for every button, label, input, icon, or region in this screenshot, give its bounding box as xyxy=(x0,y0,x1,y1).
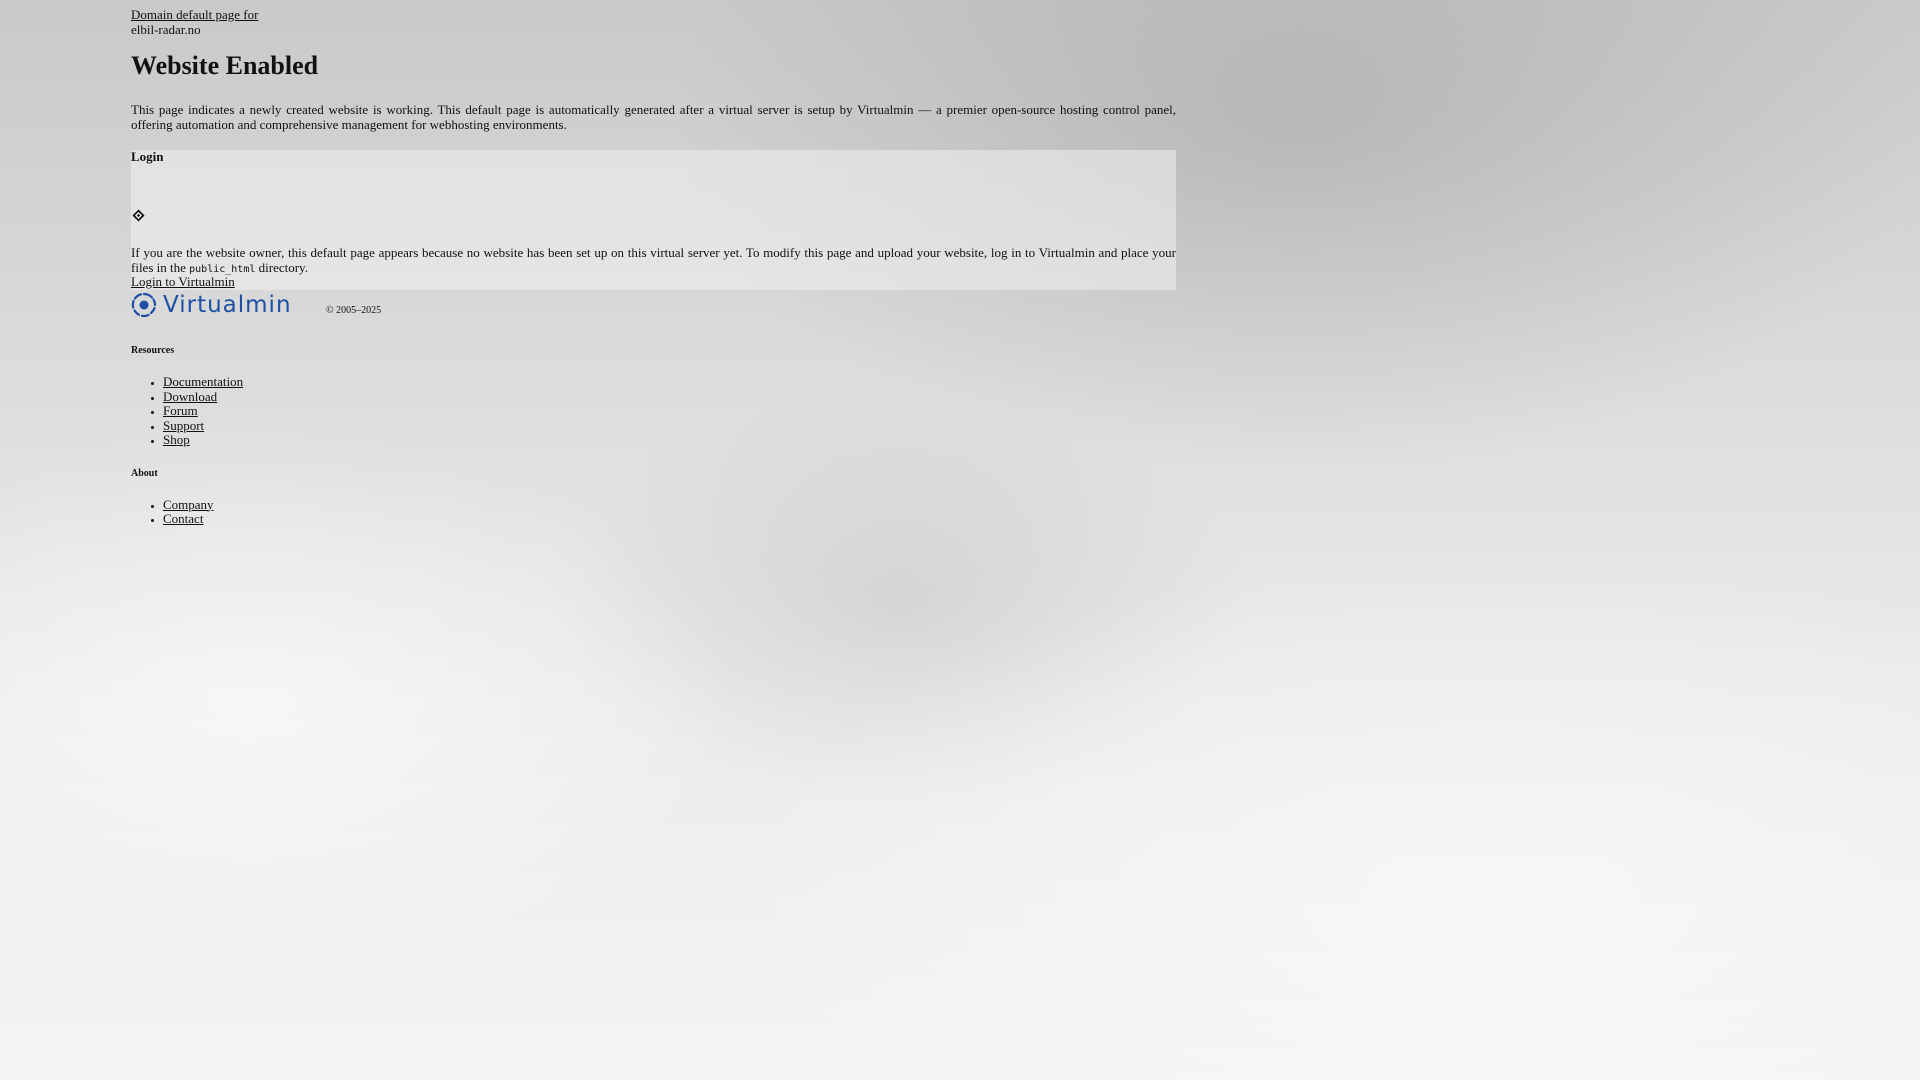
forum-link[interactable]: Forum xyxy=(163,403,198,418)
domain-default-link[interactable]: Domain default page for xyxy=(131,8,1176,22)
intro-paragraph: This page indicates a newly created webs… xyxy=(131,102,1176,132)
download-link[interactable]: Download xyxy=(163,389,217,404)
contact-link[interactable]: Contact xyxy=(163,511,203,526)
documentation-link[interactable]: Documentation xyxy=(163,374,243,389)
resources-heading: Resources xyxy=(131,345,175,356)
diamond-icon xyxy=(132,209,145,222)
login-to-virtualmin-link[interactable]: Login to Virtualmin xyxy=(131,275,235,289)
page-content: Domain default page for elbil-radar.no W… xyxy=(131,0,1176,527)
resources-list: Documentation Download Forum Support Sho… xyxy=(131,374,1176,448)
virtualmin-wordmark: Virtualmin xyxy=(163,292,292,318)
brand-row: Virtualmin © 2005–2025 xyxy=(131,290,1176,320)
login-panel: Login If you are the website owner, this… xyxy=(131,150,1176,290)
list-item: Forum xyxy=(163,403,1176,419)
owner-text-after: directory. xyxy=(255,260,308,275)
list-item: Shop xyxy=(163,432,1176,448)
about-heading: About xyxy=(131,467,158,479)
copyright-text: © 2005–2025 xyxy=(326,305,382,316)
list-item: Documentation xyxy=(163,374,1176,390)
list-item: Contact xyxy=(163,511,1176,527)
list-item: Company xyxy=(163,497,1176,513)
owner-instructions: If you are the website owner, this defau… xyxy=(131,245,1176,277)
virtualmin-logo[interactable]: Virtualmin xyxy=(131,291,292,319)
about-list: Company Contact xyxy=(131,497,1176,527)
support-link[interactable]: Support xyxy=(163,418,204,433)
list-item: Support xyxy=(163,418,1176,434)
virtualmin-sunburst-icon xyxy=(131,292,157,318)
company-link[interactable]: Company xyxy=(163,497,214,512)
list-item: Download xyxy=(163,389,1176,405)
domain-name: elbil-radar.no xyxy=(131,22,201,37)
shop-link[interactable]: Shop xyxy=(163,432,190,447)
page-title: Website Enabled xyxy=(131,51,319,80)
login-heading: Login xyxy=(131,149,164,164)
